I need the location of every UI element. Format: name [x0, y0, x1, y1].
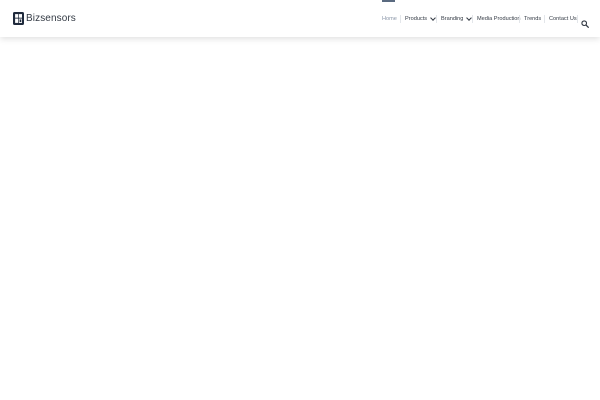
nav-divider	[544, 15, 545, 23]
nav-item-label: Branding	[441, 16, 464, 22]
nav-item-label: Products	[405, 16, 428, 22]
nav-item-home[interactable]: Home	[382, 14, 397, 24]
search-icon	[581, 20, 589, 28]
nav-divider	[519, 15, 520, 23]
search-button[interactable]	[581, 15, 589, 28]
nav-item-products[interactable]: Products	[405, 14, 436, 24]
main-nav: Home Products Branding Media Production …	[0, 0, 600, 37]
nav-item-label: Trends	[524, 16, 542, 22]
page-content	[0, 37, 600, 400]
nav-item-branding[interactable]: Branding	[441, 14, 473, 24]
nav-item-label: Media Production	[477, 16, 521, 22]
nav-item-label: Contact Us	[549, 16, 577, 22]
nav-item-media-production[interactable]: Media Production	[477, 14, 521, 24]
nav-item-trends[interactable]: Trends	[524, 14, 541, 24]
nav-item-contact-us[interactable]: Contact Us	[549, 14, 577, 24]
nav-divider	[400, 15, 401, 23]
nav-divider	[577, 15, 578, 23]
nav-divider	[472, 15, 473, 23]
site-header: Bizsensors Home Products Branding Media …	[0, 0, 600, 37]
nav-item-label: Home	[382, 16, 397, 22]
active-indicator	[382, 0, 395, 2]
nav-divider	[436, 15, 437, 23]
